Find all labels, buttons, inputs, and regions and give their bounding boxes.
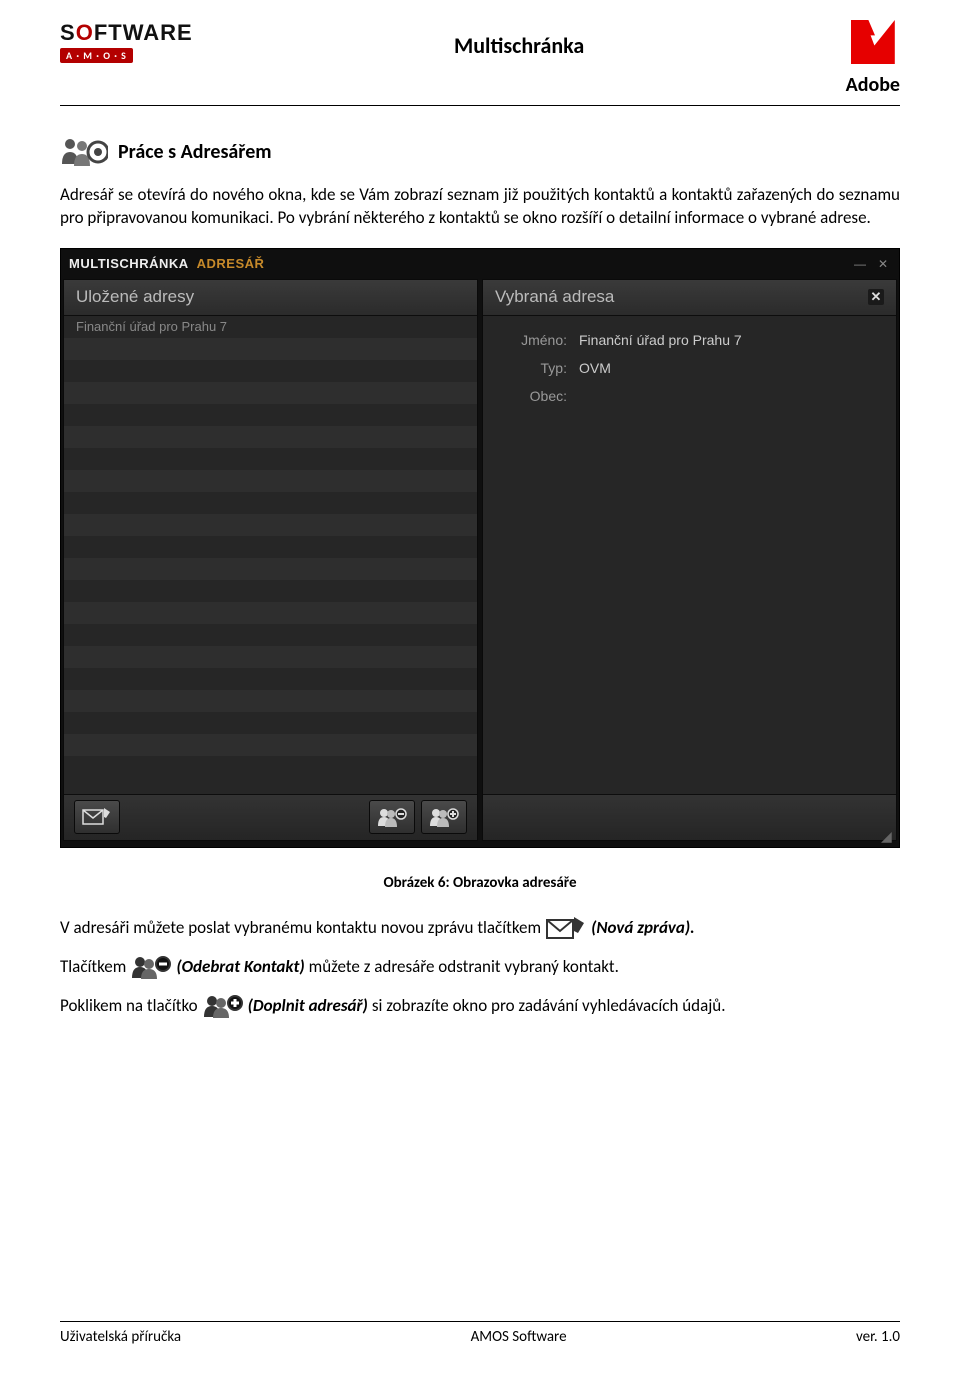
app-window: MULTISCHRÁNKA ADRESÁŘ — ✕ Uložené adresy…: [60, 248, 900, 848]
amos-software-logo: SOFTWARE A · M · O · S: [60, 20, 193, 63]
footer-center: AMOS Software: [471, 1328, 567, 1346]
right-panel-toolbar: [483, 794, 896, 840]
list-item[interactable]: [64, 668, 477, 690]
add-contact-icon: [202, 992, 244, 1020]
adobe-logo: Adobe: [846, 20, 900, 97]
detail-label-type: Typ:: [497, 360, 567, 376]
saved-addresses-panel: Uložené adresy Finanční úřad pro Prahu 7: [63, 279, 478, 841]
list-item[interactable]: [64, 646, 477, 668]
saved-addresses-list: Finanční úřad pro Prahu 7: [64, 316, 477, 794]
list-item[interactable]: [64, 470, 477, 492]
footer-left: Uživatelská příručka: [60, 1328, 181, 1346]
selected-address-title: Vybraná adresa: [495, 287, 614, 307]
list-item[interactable]: [64, 514, 477, 536]
list-item[interactable]: [64, 558, 477, 580]
list-item[interactable]: [64, 382, 477, 404]
add-contact-icon: [429, 806, 459, 828]
new-message-icon: [82, 806, 112, 828]
section-paragraph: Adresář se otevírá do nového okna, kde s…: [60, 184, 900, 230]
titlebar-app-name: MULTISCHRÁNKA: [69, 256, 189, 271]
footer-right: ver. 1.0: [856, 1328, 900, 1346]
detail-label-city: Obec:: [497, 388, 567, 404]
titlebar-section-name: ADRESÁŘ: [197, 256, 265, 271]
figure-caption: Obrázek 6: Obrazovka adresáře: [60, 874, 900, 892]
body-line-remove-contact: Tlačítkem (Odebrat Kontakt) můžete z adr…: [60, 953, 900, 982]
list-item[interactable]: [64, 734, 477, 756]
list-item[interactable]: Finanční úřad pro Prahu 7: [64, 316, 477, 338]
new-message-button[interactable]: [74, 800, 120, 834]
list-item[interactable]: [64, 448, 477, 470]
close-button[interactable]: ✕: [875, 257, 891, 271]
list-item[interactable]: [64, 712, 477, 734]
people-at-icon: [60, 134, 108, 170]
list-item[interactable]: [64, 580, 477, 602]
list-item[interactable]: [64, 690, 477, 712]
page-header: SOFTWARE A · M · O · S Multischránka Ado…: [60, 20, 900, 97]
panel-close-button[interactable]: ✕: [868, 289, 884, 305]
new-message-icon: [545, 914, 587, 942]
titlebar: MULTISCHRÁNKA ADRESÁŘ — ✕: [61, 249, 899, 279]
body-line-new-message: V adresáři můžete poslat vybranému konta…: [60, 914, 900, 943]
remove-contact-icon: [377, 806, 407, 828]
list-item[interactable]: [64, 602, 477, 624]
page-footer: Uživatelská příručka AMOS Software ver. …: [60, 1321, 900, 1346]
header-divider: [60, 105, 900, 106]
list-item[interactable]: [64, 426, 477, 448]
page-title: Multischránka: [454, 32, 584, 59]
list-item[interactable]: [64, 360, 477, 382]
detail-value-name: Finanční úřad pro Prahu 7: [579, 332, 742, 348]
saved-addresses-header: Uložené adresy: [64, 280, 477, 316]
list-item[interactable]: [64, 404, 477, 426]
section-title: Práce s Adresářem: [118, 140, 272, 164]
add-contact-button[interactable]: [421, 800, 467, 834]
list-item[interactable]: [64, 338, 477, 360]
detail-value-type: OVM: [579, 360, 611, 376]
minimize-button[interactable]: —: [851, 257, 869, 271]
selected-address-panel: Vybraná adresa ✕ Jméno: Finanční úřad pr…: [482, 279, 897, 841]
resize-grip-icon[interactable]: ◢: [881, 829, 895, 843]
adobe-logo-icon: [851, 20, 895, 64]
saved-addresses-title: Uložené adresy: [76, 287, 194, 307]
list-item[interactable]: [64, 536, 477, 558]
list-item[interactable]: [64, 492, 477, 514]
address-details: Jméno: Finanční úřad pro Prahu 7 Typ: OV…: [483, 316, 896, 794]
list-item[interactable]: [64, 624, 477, 646]
selected-address-header: Vybraná adresa ✕: [483, 280, 896, 316]
section-heading: Práce s Adresářem: [60, 134, 900, 170]
body-line-add-contact: Poklikem na tlačítko (Doplnit adresář) s…: [60, 992, 900, 1021]
left-panel-toolbar: [64, 794, 477, 840]
remove-contact-button[interactable]: [369, 800, 415, 834]
remove-contact-icon: [130, 953, 172, 981]
detail-label-name: Jméno:: [497, 332, 567, 348]
